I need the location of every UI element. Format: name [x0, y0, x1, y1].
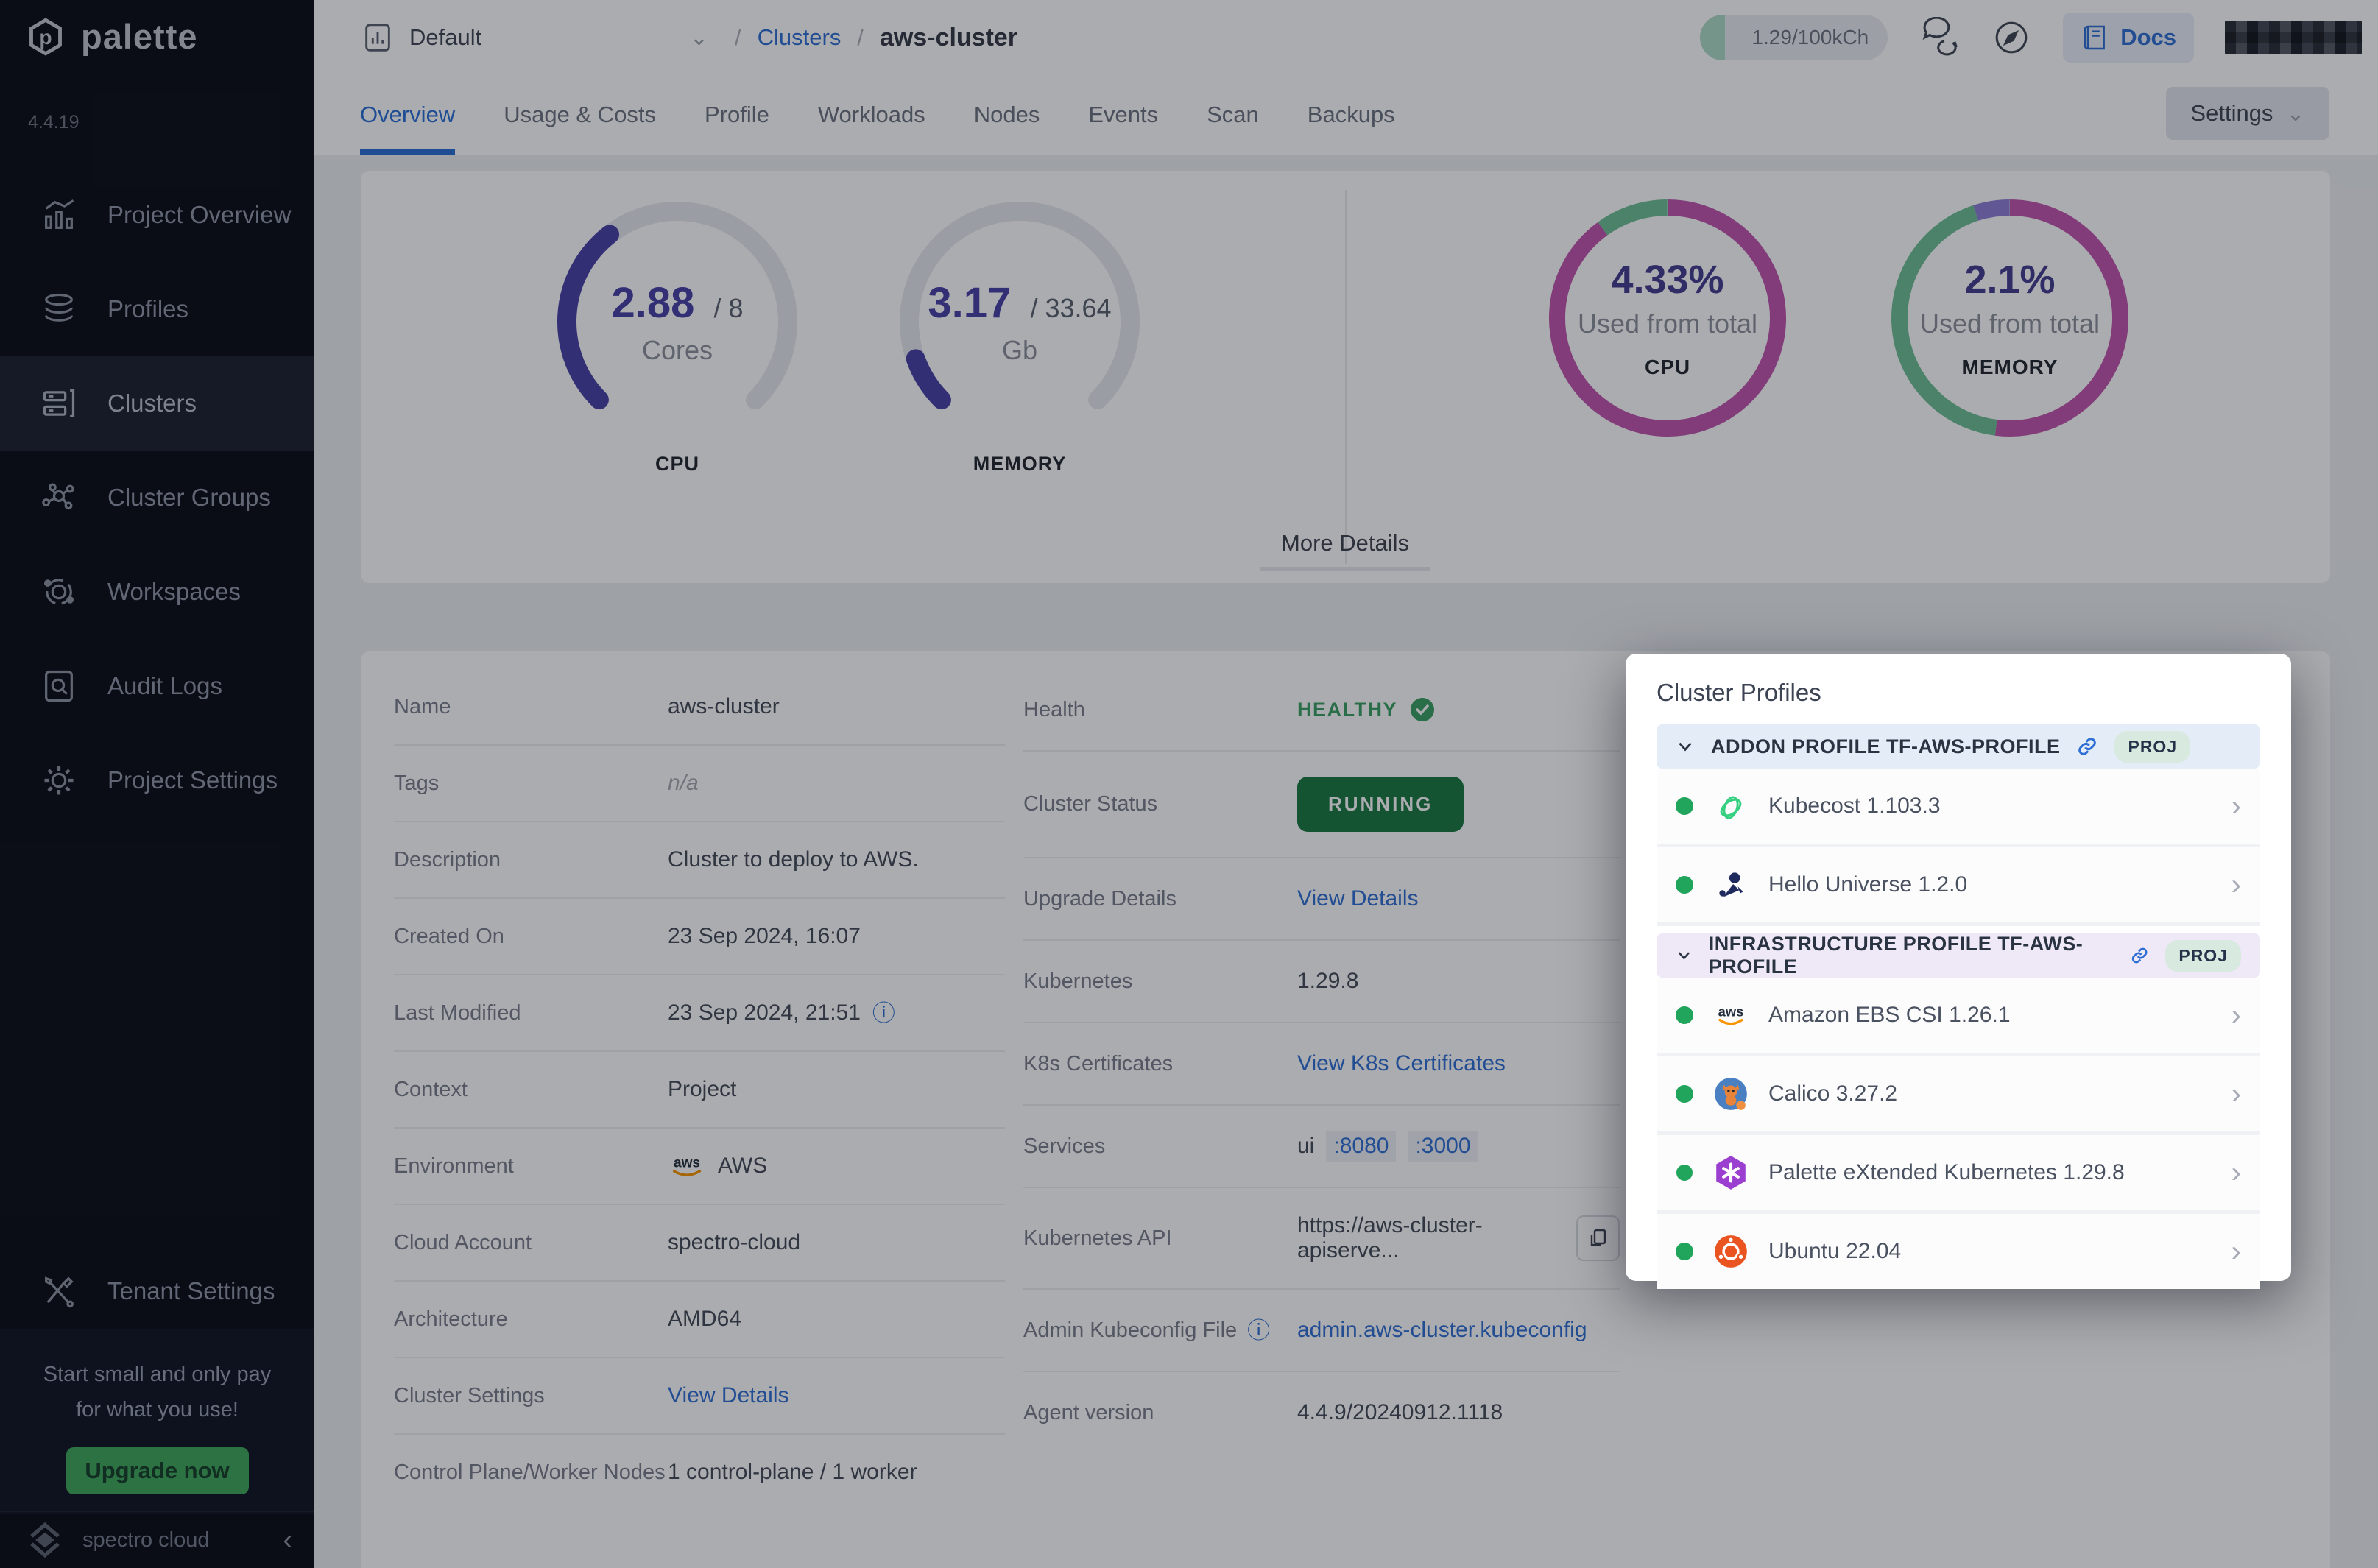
svg-text:aws: aws — [1718, 1004, 1744, 1020]
profile-item-hello-universe[interactable]: Hello Universe 1.2.0 › — [1657, 847, 2260, 926]
popup-title: Cluster Profiles — [1657, 679, 2260, 707]
link-icon — [2076, 735, 2098, 757]
calico-logo — [1712, 1076, 1749, 1112]
chevron-right-icon: › — [2231, 1237, 2241, 1266]
profile-item-palette-extended-kubernetes[interactable]: Palette eXtended Kubernetes 1.29.8 › — [1657, 1135, 2260, 1214]
palette-app: p palette 4.4.19 Project Overview Profil… — [0, 0, 2378, 1568]
chevron-right-icon: › — [2231, 791, 2241, 821]
proj-scope-badge: PROJ — [2114, 731, 2190, 763]
infrastructure-profile-group-header[interactable]: INFRASTRUCTURE PROFILE TF-AWS-PROFILE PR… — [1657, 933, 2260, 978]
status-dot — [1676, 1085, 1693, 1103]
proj-scope-badge: PROJ — [2165, 940, 2241, 972]
hello-universe-logo — [1712, 866, 1749, 903]
addon-profile-group-header[interactable]: ADDON PROFILE TF-AWS-PROFILE PROJ — [1657, 724, 2260, 769]
profile-item-ubuntu[interactable]: Ubuntu 22.04 › — [1657, 1214, 2260, 1289]
ubuntu-logo — [1712, 1233, 1749, 1270]
chevron-right-icon: › — [2231, 1158, 2241, 1187]
status-dot — [1676, 1243, 1693, 1260]
chevron-right-icon: › — [2231, 1000, 2241, 1030]
status-dot-and-logo-wrap — [1676, 1154, 1693, 1191]
status-dot — [1676, 797, 1693, 815]
link-icon — [2130, 944, 2149, 967]
profile-item-kubecost[interactable]: Kubecost 1.103.3 › — [1657, 769, 2260, 847]
chevron-down-icon — [1676, 737, 1695, 756]
palette-pxk-logo — [1712, 1154, 1749, 1191]
cluster-profiles-popup: Cluster Profiles ADDON PROFILE TF-AWS-PR… — [1626, 654, 2291, 1281]
chevron-right-icon: › — [2231, 870, 2241, 900]
aws-logo: aws — [1712, 997, 1749, 1034]
status-dot — [1676, 1006, 1693, 1024]
chevron-right-icon: › — [2231, 1079, 2241, 1109]
profile-item-calico[interactable]: Calico 3.27.2 › — [1657, 1056, 2260, 1135]
kubecost-logo — [1712, 788, 1749, 824]
profile-item-amazon-ebs-csi[interactable]: aws Amazon EBS CSI 1.26.1 › — [1657, 978, 2260, 1056]
status-dot — [1676, 876, 1693, 894]
chevron-down-icon — [1676, 946, 1693, 965]
